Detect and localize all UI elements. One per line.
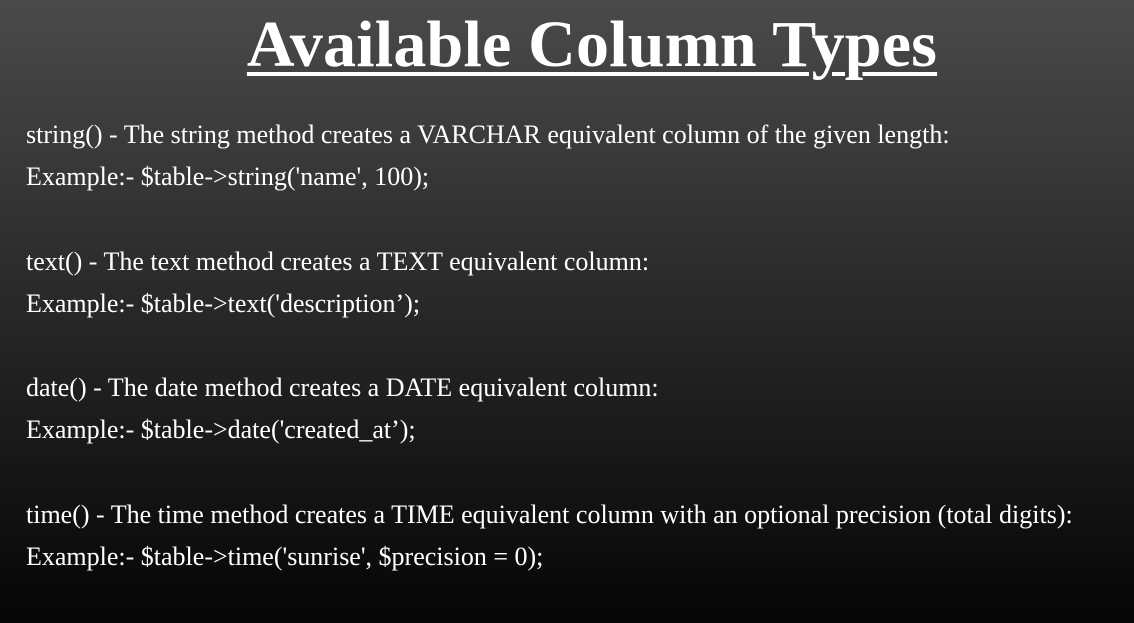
entry-example: Example:- $table->text('description’); xyxy=(26,289,421,318)
column-type-text: text() - The text method creates a TEXT … xyxy=(26,241,1126,325)
column-type-string: string() - The string method creates a V… xyxy=(26,114,1126,198)
entry-example: Example:- $table->string('name', 100); xyxy=(26,162,430,191)
entry-description: date() - The date method creates a DATE … xyxy=(26,373,659,402)
column-type-date: date() - The date method creates a DATE … xyxy=(26,367,1126,451)
column-type-time: time() - The time method creates a TIME … xyxy=(26,494,1126,578)
slide: Available Column Types string() - The st… xyxy=(0,0,1134,623)
entry-example: Example:- $table->date('created_at’); xyxy=(26,415,416,444)
entry-description: text() - The text method creates a TEXT … xyxy=(26,247,650,276)
slide-title: Available Column Types xyxy=(246,8,938,81)
entry-description: string() - The string method creates a V… xyxy=(26,120,950,149)
entry-example: Example:- $table->time('sunrise', $preci… xyxy=(26,542,544,571)
entry-description: time() - The time method creates a TIME … xyxy=(26,500,1073,529)
